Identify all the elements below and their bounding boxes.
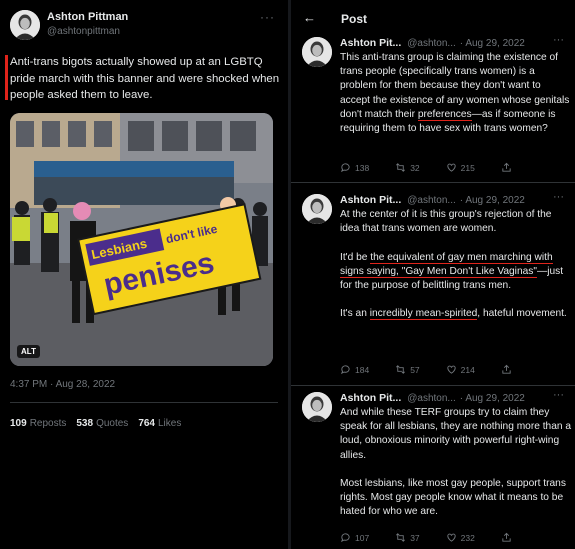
reply-icon xyxy=(340,163,350,173)
repost-button[interactable]: 57 xyxy=(395,364,420,375)
tweet-actions: 138 32 215 xyxy=(340,162,512,173)
more-options-icon[interactable]: ··· xyxy=(553,191,564,203)
author-avatar[interactable] xyxy=(302,37,332,67)
tweet-date[interactable]: · Aug 29, 2022 xyxy=(460,195,525,206)
reply-icon xyxy=(340,365,350,375)
repost-count: 37 xyxy=(410,532,420,543)
alt-text-badge[interactable]: ALT xyxy=(17,345,40,358)
reposts-count: 109 xyxy=(10,418,27,429)
author-avatar[interactable] xyxy=(302,194,332,224)
reply-button[interactable]: 138 xyxy=(340,162,369,173)
avatar-photo-icon xyxy=(10,10,40,40)
like-button[interactable]: 232 xyxy=(446,532,475,543)
quotes-stat[interactable]: 538 Quotes xyxy=(76,418,128,429)
underlined-text: the equivalent of gay men marching with … xyxy=(340,251,553,278)
thread-panel: ← Post Ashton Pit... @ashton... · Aug 29, … xyxy=(291,0,575,549)
more-options-icon[interactable]: ··· xyxy=(260,10,275,24)
author-name[interactable]: Ashton Pit... xyxy=(340,37,401,49)
tweet-text-part: It'd be xyxy=(340,251,371,263)
avatar-photo-icon xyxy=(302,194,332,224)
post-text: Anti-trans bigots actually showed up at … xyxy=(10,56,280,101)
tweet-date[interactable]: · Aug 29, 2022 xyxy=(460,38,525,49)
original-post-panel: Ashton Pittman @ashtonpittman ··· Anti-t… xyxy=(0,0,288,549)
reply-button[interactable]: 184 xyxy=(340,364,369,375)
author-name[interactable]: Ashton Pittman xyxy=(47,11,128,23)
author-handle[interactable]: @ashton... xyxy=(407,195,456,206)
tweet-date[interactable]: · Aug 29, 2022 xyxy=(460,393,525,404)
author-name[interactable]: Ashton Pit... xyxy=(340,194,401,206)
like-button[interactable]: 215 xyxy=(446,162,475,173)
avatar-photo-icon xyxy=(302,37,332,67)
tweet-header: Ashton Pit... @ashton... · Aug 29, 2022 xyxy=(340,392,525,404)
quotes-label: Quotes xyxy=(96,418,129,429)
share-button[interactable] xyxy=(501,162,512,173)
annotation-red-bar xyxy=(5,55,8,100)
divider xyxy=(291,385,575,386)
author-handle[interactable]: @ashton... xyxy=(407,393,456,404)
likes-stat[interactable]: 764 Likes xyxy=(138,418,181,429)
divider xyxy=(10,402,278,403)
tweet-header: Ashton Pit... @ashton... · Aug 29, 2022 xyxy=(340,37,525,49)
author-name[interactable]: Ashton Pit... xyxy=(340,392,401,404)
tweet-text: At the center of it is this group's reje… xyxy=(340,208,572,322)
engagement-stats: 109 Reposts 538 Quotes 764 Likes xyxy=(10,418,181,429)
author-avatar[interactable] xyxy=(302,392,332,422)
banner-text-dont-like: don't like xyxy=(165,222,219,247)
page-title: Post xyxy=(341,12,368,26)
more-options-icon[interactable]: ··· xyxy=(553,34,564,46)
like-count: 214 xyxy=(460,364,475,375)
post-photo[interactable]: Lesbians don't like penises ALT xyxy=(10,113,273,366)
underlined-text: incredibly mean-spirited xyxy=(369,308,478,321)
heart-icon xyxy=(447,533,456,542)
tweet-text: And while these TERF groups try to claim… xyxy=(340,406,572,520)
reply-count: 184 xyxy=(355,364,370,375)
back-arrow-icon[interactable]: ← xyxy=(303,10,316,25)
like-button[interactable]: 214 xyxy=(446,364,475,375)
heart-icon xyxy=(447,365,456,374)
like-count: 232 xyxy=(460,532,475,543)
repost-count: 32 xyxy=(410,162,420,173)
quotes-count: 538 xyxy=(76,418,94,429)
tweet-actions: 107 37 232 xyxy=(340,532,512,543)
like-count: 215 xyxy=(460,162,475,173)
post-timestamp[interactable]: 4:37 PM · Aug 28, 2022 xyxy=(10,379,115,390)
avatar-photo-icon xyxy=(302,392,332,422)
likes-count: 764 xyxy=(138,418,155,429)
repost-button[interactable]: 37 xyxy=(395,532,420,543)
divider xyxy=(291,182,575,183)
repost-icon xyxy=(396,533,406,542)
tweet-paragraph: Most lesbians, like most gay people, sup… xyxy=(340,478,566,518)
reposts-stat[interactable]: 109 Reposts xyxy=(10,418,66,429)
likes-label: Likes xyxy=(158,418,182,429)
share-icon xyxy=(502,364,511,374)
repost-icon xyxy=(396,365,406,374)
reply-count: 107 xyxy=(355,532,370,543)
reply-count: 138 xyxy=(355,162,370,173)
tweet-actions: 184 57 214 xyxy=(340,364,512,375)
repost-button[interactable]: 32 xyxy=(395,162,420,173)
underlined-text: preferences xyxy=(417,108,472,121)
tweet-header: Ashton Pit... @ashton... · Aug 29, 2022 xyxy=(340,194,525,206)
author-avatar[interactable] xyxy=(10,10,40,40)
reposts-label: Reposts xyxy=(29,418,67,429)
repost-count: 57 xyxy=(410,364,420,375)
banner-text-lesbians: Lesbians xyxy=(90,236,148,262)
share-icon xyxy=(502,162,511,172)
author-handle[interactable]: @ashtonpittman xyxy=(47,26,120,37)
share-button[interactable] xyxy=(501,532,512,543)
reply-button[interactable]: 107 xyxy=(340,532,369,543)
tweet-text: This anti-trans group is claiming the ex… xyxy=(340,51,572,136)
tweet-paragraph: And while these TERF groups try to claim… xyxy=(340,407,572,461)
share-icon xyxy=(502,532,511,542)
more-options-icon[interactable]: ··· xyxy=(553,389,564,401)
tweet-text-part: , hateful movement. xyxy=(477,308,567,320)
share-button[interactable] xyxy=(501,364,512,375)
tweet-text-part: It's an xyxy=(340,308,370,320)
reply-icon xyxy=(340,533,350,543)
tweet-paragraph: At the center of it is this group's reje… xyxy=(340,209,552,235)
repost-icon xyxy=(396,163,406,172)
author-handle[interactable]: @ashton... xyxy=(407,38,456,49)
heart-icon xyxy=(447,163,456,172)
